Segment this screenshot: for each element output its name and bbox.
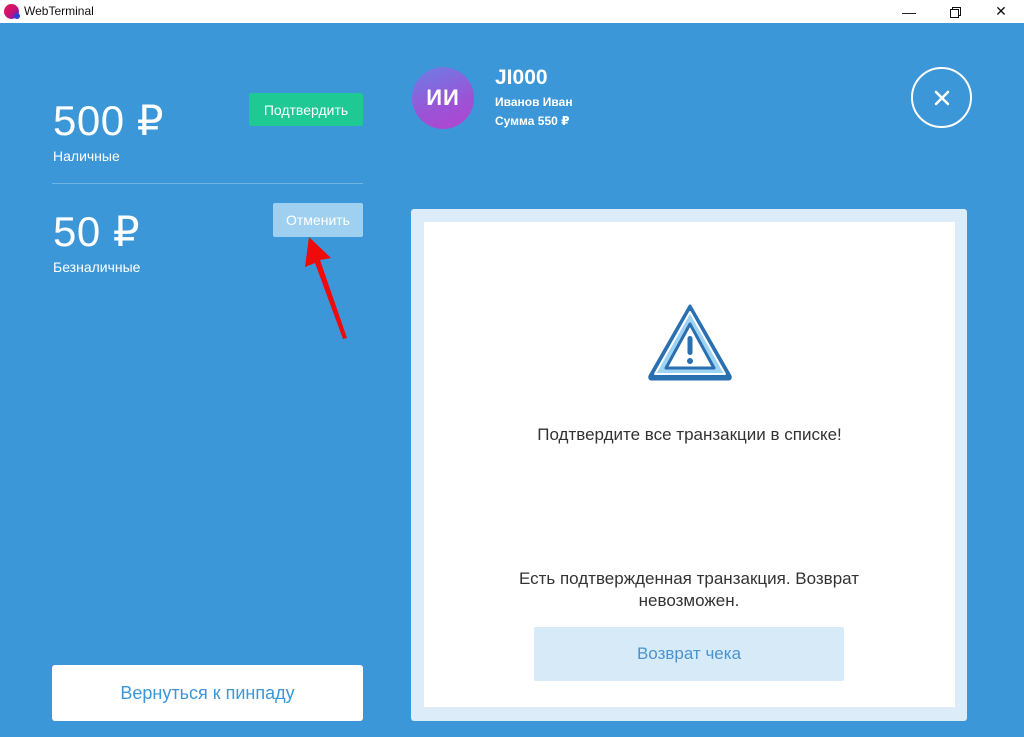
close-icon <box>934 90 949 105</box>
confirm-button[interactable]: Подтвердить <box>249 93 363 126</box>
minimize-button[interactable]: — <box>886 0 932 23</box>
close-button[interactable] <box>911 67 972 128</box>
refund-note: Есть подтвержденная транзакция. Возврат … <box>518 569 860 610</box>
customer-sum: Сумма 550 ₽ <box>495 114 570 128</box>
back-to-pinpad-button[interactable]: Вернуться к пинпаду <box>52 665 363 721</box>
divider <box>52 183 363 184</box>
window-close-button[interactable]: ✕ <box>978 0 1024 23</box>
warning-message: Подтвердите все транзакции в списке! <box>537 425 842 444</box>
cash-label: Наличные <box>53 148 120 164</box>
customer-id: JI000 <box>495 66 548 89</box>
cashless-amount: 50 ₽ <box>53 208 141 255</box>
window-title: WebTerminal <box>24 4 94 18</box>
customer-name: Иванов Иван <box>495 95 573 109</box>
annotation-arrow-icon <box>305 237 347 339</box>
app-logo-icon <box>4 4 20 19</box>
refund-receipt-button[interactable]: Возврат чека <box>534 627 844 681</box>
cash-amount: 500 ₽ <box>53 97 164 144</box>
cancel-button[interactable]: Отменить <box>273 203 363 237</box>
restore-button[interactable] <box>932 0 978 23</box>
warning-triangle-icon <box>648 304 732 381</box>
cashless-label: Безналичные <box>53 259 141 275</box>
restore-icon <box>950 6 961 18</box>
avatar: ИИ <box>412 67 474 129</box>
window-titlebar: WebTerminal — ✕ <box>0 0 1024 23</box>
